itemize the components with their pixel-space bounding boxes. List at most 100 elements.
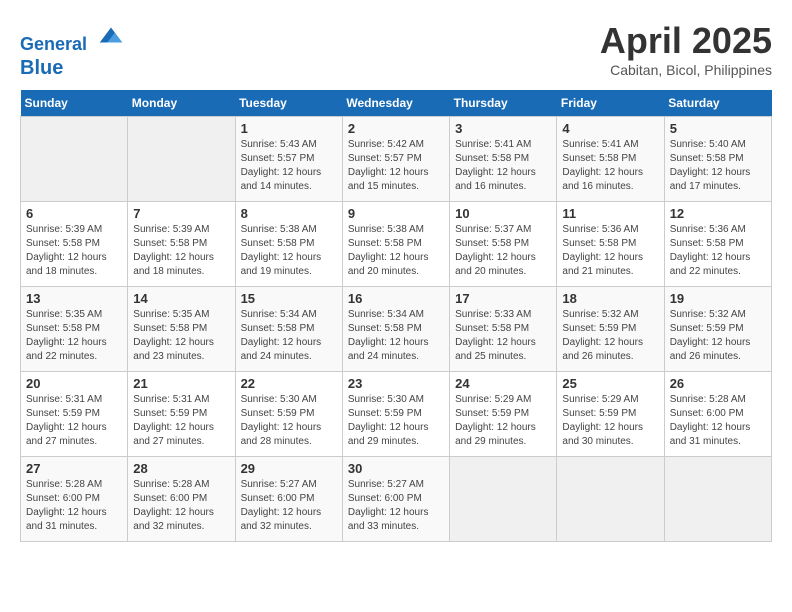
- day-number: 28: [133, 461, 229, 476]
- calendar-cell: 3Sunrise: 5:41 AMSunset: 5:58 PMDaylight…: [450, 116, 557, 201]
- calendar-cell: 19 Sunrise: 5:32 AMSunset: 5:59 PMDayligh…: [664, 286, 771, 371]
- calendar-cell: 30 Sunrise: 5:27 AMSunset: 6:00 PMDayligh…: [342, 456, 449, 541]
- calendar-cell: 4 Sunrise: 5:41 AMSunset: 5:58 PMDaylight…: [557, 116, 664, 201]
- calendar-cell: 10Sunrise: 5:37 AMSunset: 5:58 PMDayligh…: [450, 201, 557, 286]
- calendar-cell: 16Sunrise: 5:34 AMSunset: 5:58 PMDayligh…: [342, 286, 449, 371]
- day-info: Sunrise: 5:32 AMSunset: 5:59 PMDaylight:…: [670, 308, 766, 364]
- calendar-cell: 9 Sunrise: 5:38 AMSunset: 5:58 PMDaylight…: [342, 201, 449, 286]
- day-number: 30: [348, 461, 444, 476]
- day-number: 5: [670, 121, 766, 136]
- day-number: 2: [348, 121, 444, 136]
- day-number: 24: [455, 376, 551, 391]
- calendar-week-row: 1 Sunrise: 5:43 AMSunset: 5:57 PMDaylight…: [21, 116, 772, 201]
- day-info: Sunrise: 5:38 AMSunset: 5:58 PMDaylight:…: [348, 223, 444, 279]
- day-info: Sunrise: 5:28 AMSunset: 6:00 PMDaylight:…: [670, 393, 766, 449]
- day-info: Sunrise: 5:43 AMSunset: 5:57 PMDaylight:…: [241, 138, 337, 194]
- day-number: 25: [562, 376, 658, 391]
- day-info: Sunrise: 5:41 AMSunset: 5:58 PMDaylight:…: [455, 138, 551, 194]
- calendar-cell: 7Sunrise: 5:39 AMSunset: 5:58 PMDaylight…: [128, 201, 235, 286]
- calendar-cell: 6 Sunrise: 5:39 AMSunset: 5:58 PMDaylight…: [21, 201, 128, 286]
- day-number: 22: [241, 376, 337, 391]
- calendar-cell: 23Sunrise: 5:30 AMSunset: 5:59 PMDayligh…: [342, 371, 449, 456]
- calendar-cell: 13Sunrise: 5:35 AMSunset: 5:58 PMDayligh…: [21, 286, 128, 371]
- logo-icon: [96, 20, 126, 50]
- day-number: 27: [26, 461, 122, 476]
- day-number: 19: [670, 291, 766, 306]
- day-info: Sunrise: 5:42 AMSunset: 5:57 PMDaylight:…: [348, 138, 444, 194]
- calendar-week-row: 27 Sunrise: 5:28 AMSunset: 6:00 PMDayligh…: [21, 456, 772, 541]
- calendar-cell: [557, 456, 664, 541]
- calendar-cell: 8 Sunrise: 5:38 AMSunset: 5:58 PMDaylight…: [235, 201, 342, 286]
- day-number: 4: [562, 121, 658, 136]
- calendar-cell: 26 Sunrise: 5:28 AMSunset: 6:00 PMDayligh…: [664, 371, 771, 456]
- calendar-cell: [21, 116, 128, 201]
- calendar-cell: 22 Sunrise: 5:30 AMSunset: 5:59 PMDayligh…: [235, 371, 342, 456]
- day-info: Sunrise: 5:30 AMSunset: 5:59 PMDaylight:…: [241, 393, 337, 449]
- day-number: 12: [670, 206, 766, 221]
- calendar-cell: 27 Sunrise: 5:28 AMSunset: 6:00 PMDayligh…: [21, 456, 128, 541]
- day-info: Sunrise: 5:32 AMSunset: 5:59 PMDaylight:…: [562, 308, 658, 364]
- calendar-cell: 15 Sunrise: 5:34 AMSunset: 5:58 PMDayligh…: [235, 286, 342, 371]
- calendar-week-row: 6 Sunrise: 5:39 AMSunset: 5:58 PMDaylight…: [21, 201, 772, 286]
- calendar-cell: 24 Sunrise: 5:29 AMSunset: 5:59 PMDayligh…: [450, 371, 557, 456]
- day-info: Sunrise: 5:34 AMSunset: 5:58 PMDaylight:…: [241, 308, 337, 364]
- day-number: 23: [348, 376, 444, 391]
- weekday-header-thursday: Thursday: [450, 90, 557, 117]
- day-number: 7: [133, 206, 229, 221]
- day-info: Sunrise: 5:36 AMSunset: 5:58 PMDaylight:…: [562, 223, 658, 279]
- title-block: April 2025 Cabitan, Bicol, Philippines: [600, 20, 772, 78]
- calendar-cell: 18 Sunrise: 5:32 AMSunset: 5:59 PMDayligh…: [557, 286, 664, 371]
- day-number: 15: [241, 291, 337, 306]
- day-info: Sunrise: 5:31 AMSunset: 5:59 PMDaylight:…: [133, 393, 229, 449]
- day-number: 9: [348, 206, 444, 221]
- calendar-cell: 20 Sunrise: 5:31 AMSunset: 5:59 PMDayligh…: [21, 371, 128, 456]
- logo-text: General: [20, 20, 126, 56]
- logo-blue: Blue: [20, 56, 126, 80]
- day-number: 18: [562, 291, 658, 306]
- day-info: Sunrise: 5:27 AMSunset: 6:00 PMDaylight:…: [241, 478, 337, 534]
- weekday-header-friday: Friday: [557, 90, 664, 117]
- day-number: 17: [455, 291, 551, 306]
- weekday-header-saturday: Saturday: [664, 90, 771, 117]
- day-info: Sunrise: 5:28 AMSunset: 6:00 PMDaylight:…: [26, 478, 122, 534]
- calendar-cell: 17 Sunrise: 5:33 AMSunset: 5:58 PMDayligh…: [450, 286, 557, 371]
- calendar-cell: 12Sunrise: 5:36 AMSunset: 5:58 PMDayligh…: [664, 201, 771, 286]
- calendar-table: SundayMondayTuesdayWednesdayThursdayFrid…: [20, 90, 772, 542]
- day-info: Sunrise: 5:41 AMSunset: 5:58 PMDaylight:…: [562, 138, 658, 194]
- month-title: April 2025: [600, 20, 772, 62]
- day-info: Sunrise: 5:31 AMSunset: 5:59 PMDaylight:…: [26, 393, 122, 449]
- calendar-cell: 28Sunrise: 5:28 AMSunset: 6:00 PMDayligh…: [128, 456, 235, 541]
- day-number: 20: [26, 376, 122, 391]
- calendar-cell: 5 Sunrise: 5:40 AMSunset: 5:58 PMDaylight…: [664, 116, 771, 201]
- calendar-cell: 11Sunrise: 5:36 AMSunset: 5:58 PMDayligh…: [557, 201, 664, 286]
- calendar-cell: [664, 456, 771, 541]
- weekday-header-sunday: Sunday: [21, 90, 128, 117]
- day-number: 14: [133, 291, 229, 306]
- day-info: Sunrise: 5:34 AMSunset: 5:58 PMDaylight:…: [348, 308, 444, 364]
- day-info: Sunrise: 5:39 AMSunset: 5:58 PMDaylight:…: [26, 223, 122, 279]
- weekday-header-wednesday: Wednesday: [342, 90, 449, 117]
- day-number: 6: [26, 206, 122, 221]
- day-info: Sunrise: 5:35 AMSunset: 5:58 PMDaylight:…: [133, 308, 229, 364]
- calendar-cell: [128, 116, 235, 201]
- calendar-cell: 14 Sunrise: 5:35 AMSunset: 5:58 PMDayligh…: [128, 286, 235, 371]
- day-number: 8: [241, 206, 337, 221]
- day-number: 1: [241, 121, 337, 136]
- day-info: Sunrise: 5:33 AMSunset: 5:58 PMDaylight:…: [455, 308, 551, 364]
- calendar-cell: 1 Sunrise: 5:43 AMSunset: 5:57 PMDaylight…: [235, 116, 342, 201]
- page-header: General Blue April 2025 Cabitan, Bicol, …: [20, 20, 772, 80]
- day-info: Sunrise: 5:29 AMSunset: 5:59 PMDaylight:…: [562, 393, 658, 449]
- weekday-header-monday: Monday: [128, 90, 235, 117]
- day-number: 26: [670, 376, 766, 391]
- logo: General Blue: [20, 20, 126, 80]
- day-info: Sunrise: 5:38 AMSunset: 5:58 PMDaylight:…: [241, 223, 337, 279]
- day-info: Sunrise: 5:35 AMSunset: 5:58 PMDaylight:…: [26, 308, 122, 364]
- calendar-week-row: 20 Sunrise: 5:31 AMSunset: 5:59 PMDayligh…: [21, 371, 772, 456]
- calendar-cell: 2 Sunrise: 5:42 AMSunset: 5:57 PMDaylight…: [342, 116, 449, 201]
- calendar-week-row: 13Sunrise: 5:35 AMSunset: 5:58 PMDayligh…: [21, 286, 772, 371]
- day-info: Sunrise: 5:40 AMSunset: 5:58 PMDaylight:…: [670, 138, 766, 194]
- day-info: Sunrise: 5:29 AMSunset: 5:59 PMDaylight:…: [455, 393, 551, 449]
- calendar-cell: [450, 456, 557, 541]
- day-info: Sunrise: 5:27 AMSunset: 6:00 PMDaylight:…: [348, 478, 444, 534]
- day-number: 21: [133, 376, 229, 391]
